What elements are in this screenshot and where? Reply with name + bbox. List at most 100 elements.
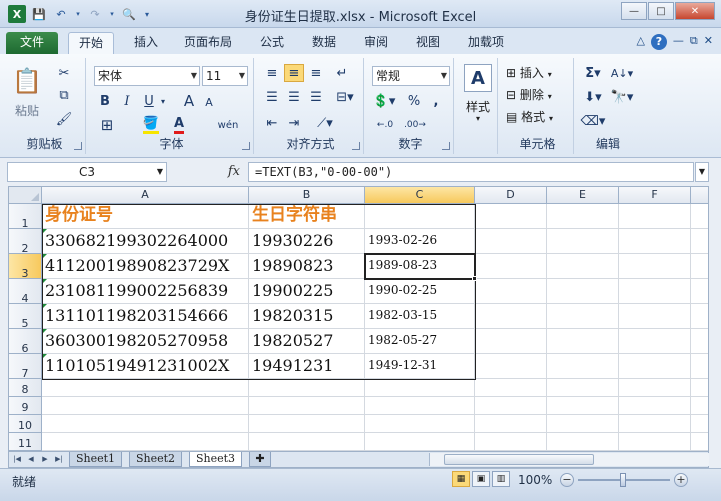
column-header-b[interactable]: B bbox=[249, 187, 365, 204]
empty-cell[interactable] bbox=[475, 379, 547, 397]
empty-cell[interactable] bbox=[619, 254, 691, 279]
empty-cell[interactable] bbox=[547, 397, 619, 415]
fill-icon[interactable]: ⬇▾ bbox=[580, 88, 606, 106]
align-right-icon[interactable]: ☰ bbox=[306, 88, 326, 106]
empty-cell[interactable] bbox=[619, 354, 691, 379]
empty-cell[interactable] bbox=[619, 204, 691, 229]
font-launcher-icon[interactable] bbox=[242, 142, 250, 150]
format-cells-button[interactable]: ▤ 格式 ▾ bbox=[506, 108, 553, 125]
tab-page-layout[interactable]: 页面布局 bbox=[174, 32, 242, 54]
find-select-icon[interactable]: 🔭▾ bbox=[608, 88, 636, 106]
empty-cell[interactable] bbox=[249, 415, 365, 433]
horizontal-scrollbar[interactable] bbox=[429, 453, 709, 466]
shrink-font-button[interactable]: A bbox=[200, 94, 218, 110]
paste-icon[interactable]: 📋 bbox=[10, 62, 44, 100]
help-icon[interactable]: ? bbox=[650, 34, 667, 50]
normal-view-icon[interactable]: ▦ bbox=[452, 471, 470, 487]
empty-cell[interactable] bbox=[249, 397, 365, 415]
comma-button[interactable]: , bbox=[428, 92, 444, 110]
row-header-9[interactable]: 9 bbox=[9, 397, 42, 415]
align-center-icon[interactable]: ☰ bbox=[284, 88, 304, 106]
page-layout-view-icon[interactable]: ▣ bbox=[472, 471, 490, 487]
column-header-a[interactable]: A bbox=[42, 187, 249, 204]
row-header-2[interactable]: 2 bbox=[9, 229, 42, 255]
workbook-restore-icon[interactable]: ⧉ bbox=[690, 34, 698, 50]
increase-decimal-icon[interactable]: ←.0 bbox=[372, 116, 398, 134]
font-name-combo[interactable]: 宋体 ▼ bbox=[94, 66, 200, 86]
fill-handle[interactable] bbox=[472, 276, 477, 281]
delete-cells-button[interactable]: ⊟ 删除 ▾ bbox=[506, 86, 552, 103]
empty-cell[interactable] bbox=[619, 433, 691, 451]
tab-view[interactable]: 视图 bbox=[406, 32, 450, 54]
format-painter-icon[interactable]: 🖌 bbox=[54, 110, 74, 128]
empty-cell[interactable] bbox=[365, 379, 475, 397]
percent-button[interactable]: % bbox=[406, 92, 422, 110]
cut-icon[interactable]: ✂ bbox=[54, 64, 74, 82]
horizontal-scroll-thumb[interactable] bbox=[444, 454, 594, 465]
empty-cell[interactable] bbox=[475, 204, 547, 229]
maximize-button[interactable]: □ bbox=[648, 2, 674, 20]
zoom-slider[interactable]: − + bbox=[560, 473, 690, 487]
empty-cell[interactable] bbox=[475, 354, 547, 379]
row-header-4[interactable]: 4 bbox=[9, 279, 42, 305]
insert-function-button[interactable]: fx bbox=[228, 164, 240, 179]
empty-cell[interactable] bbox=[619, 329, 691, 354]
tab-formulas[interactable]: 公式 bbox=[250, 32, 294, 54]
empty-cell[interactable] bbox=[547, 379, 619, 397]
column-header-f[interactable]: F bbox=[619, 187, 691, 204]
paste-label[interactable]: 粘贴 bbox=[10, 102, 44, 119]
merge-center-icon[interactable]: ⊟▾ bbox=[332, 88, 358, 106]
empty-cell[interactable] bbox=[475, 415, 547, 433]
tab-file[interactable]: 文件 bbox=[6, 32, 58, 54]
empty-cell[interactable] bbox=[475, 433, 547, 451]
sort-filter-icon[interactable]: A↓▾ bbox=[608, 64, 636, 82]
formula-input[interactable]: =TEXT(B3,"0-00-00") bbox=[248, 162, 694, 182]
empty-cell[interactable] bbox=[475, 304, 547, 329]
italic-button[interactable]: I bbox=[118, 92, 136, 110]
insert-sheet-icon[interactable]: ✚ bbox=[249, 452, 271, 467]
empty-cell[interactable] bbox=[475, 279, 547, 304]
empty-cell[interactable] bbox=[691, 433, 708, 451]
styles-button-label[interactable]: 样式 bbox=[458, 98, 498, 115]
empty-cell[interactable] bbox=[365, 397, 475, 415]
clear-icon[interactable]: ⌫▾ bbox=[580, 112, 606, 130]
page-break-view-icon[interactable]: ▥ bbox=[492, 471, 510, 487]
grow-font-button[interactable]: A bbox=[180, 92, 198, 110]
empty-cell[interactable] bbox=[365, 433, 475, 451]
zoom-level[interactable]: 100% bbox=[518, 473, 552, 487]
column-header-c[interactable]: C bbox=[365, 187, 475, 204]
first-sheet-icon[interactable]: |◀ bbox=[11, 454, 23, 465]
zoom-out-button[interactable]: − bbox=[560, 473, 574, 487]
empty-cell[interactable] bbox=[619, 397, 691, 415]
tab-data[interactable]: 数据 bbox=[302, 32, 346, 54]
fill-color-icon[interactable]: 🪣 bbox=[140, 116, 162, 134]
number-launcher-icon[interactable] bbox=[442, 142, 450, 150]
decrease-decimal-icon[interactable]: .00→ bbox=[402, 116, 428, 134]
zoom-in-button[interactable]: + bbox=[674, 473, 688, 487]
empty-cell[interactable] bbox=[475, 329, 547, 354]
workbook-minimize-icon[interactable]: — bbox=[673, 34, 684, 50]
empty-cell[interactable] bbox=[475, 229, 547, 254]
empty-cell[interactable] bbox=[547, 329, 619, 354]
empty-cell[interactable] bbox=[365, 415, 475, 433]
minimize-button[interactable]: — bbox=[621, 2, 647, 20]
number-format-combo[interactable]: 常规 ▼ bbox=[372, 66, 450, 86]
empty-cell[interactable] bbox=[475, 254, 547, 279]
empty-cell[interactable] bbox=[547, 229, 619, 254]
tab-review[interactable]: 审阅 bbox=[354, 32, 398, 54]
copy-icon[interactable]: ⧉ bbox=[54, 86, 74, 104]
name-box[interactable]: C3 ▼ bbox=[7, 162, 167, 182]
row-header-11[interactable]: 11 bbox=[9, 433, 42, 451]
phonetic-icon[interactable]: wén bbox=[214, 116, 242, 134]
last-sheet-icon[interactable]: ▶| bbox=[53, 454, 65, 465]
clipboard-launcher-icon[interactable] bbox=[74, 142, 82, 150]
empty-cell[interactable] bbox=[249, 379, 365, 397]
empty-cell[interactable] bbox=[475, 397, 547, 415]
underline-button[interactable]: U bbox=[140, 92, 158, 110]
sheet-tab-sheet1[interactable]: Sheet1 bbox=[69, 452, 123, 467]
empty-cell[interactable] bbox=[691, 229, 708, 254]
row-header-10[interactable]: 10 bbox=[9, 415, 42, 433]
row-header-6[interactable]: 6 bbox=[9, 329, 42, 355]
empty-cell[interactable] bbox=[547, 304, 619, 329]
empty-cell[interactable] bbox=[619, 415, 691, 433]
